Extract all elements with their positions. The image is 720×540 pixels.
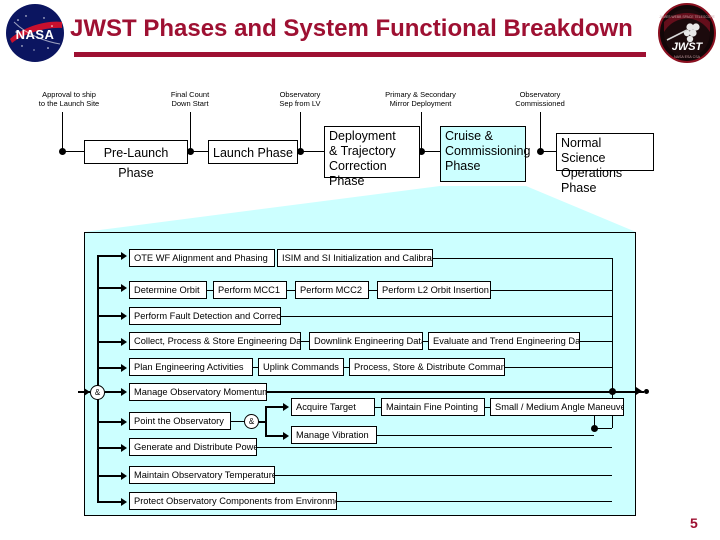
output-arrow xyxy=(636,387,642,395)
output-dot xyxy=(644,389,649,394)
function-box-process-store-distribute-commands[interactable]: Process, Store & Distribute Commands xyxy=(349,358,505,376)
row-4-return-line xyxy=(580,341,612,342)
function-box-determine-orbit[interactable]: Determine Orbit xyxy=(129,281,207,299)
function-box-collect-store-engineering-data[interactable]: Collect, Process & Store Engineering Dat… xyxy=(129,332,301,350)
row-7-branch-arrow xyxy=(121,418,127,426)
left-spine xyxy=(97,256,99,502)
row-2-link-b xyxy=(287,290,295,291)
function-box-perform-mcc2[interactable]: Perform MCC2 xyxy=(295,281,369,299)
phase-connector-3 xyxy=(421,151,441,152)
slide-canvas: NASA JWST NASA ESA CSA JAMES WEBB SPACE … xyxy=(0,0,720,540)
milestone-leader-2 xyxy=(190,112,191,150)
and-junction-main: & xyxy=(90,385,105,400)
milestone-label-3: Observatory Sep from LV xyxy=(279,90,321,108)
function-box-uplink-commands[interactable]: Uplink Commands xyxy=(258,358,344,376)
row-7-sub-input-line xyxy=(231,421,244,422)
phase-box-cruise-commissioning[interactable]: Cruise & Commissioning Phase xyxy=(440,126,530,182)
row-7a-branch-arrow xyxy=(283,403,289,411)
function-box-plan-engineering-activities[interactable]: Plan Engineering Activities xyxy=(129,358,253,376)
row-2-branch-arrow xyxy=(121,284,127,292)
row-4-branch-line xyxy=(97,341,123,343)
row-7a-branch-line xyxy=(265,406,285,408)
row-5-return-line xyxy=(505,367,612,368)
row-5-branch-line xyxy=(97,367,123,369)
row-10-branch-arrow xyxy=(121,498,127,506)
row-3-return-line xyxy=(281,316,612,317)
row-4-branch-arrow xyxy=(121,338,127,346)
function-box-point-the-observatory[interactable]: Point the Observatory xyxy=(129,412,231,430)
row-4-link-a xyxy=(301,341,309,342)
row-1-return-line xyxy=(433,258,612,259)
phase-connector-2 xyxy=(300,151,324,152)
row-10-return-line xyxy=(337,501,612,502)
pointing-sub-connector xyxy=(259,421,267,423)
row-7-branch-line xyxy=(97,421,123,423)
function-box-ote-wf-alignment[interactable]: OTE WF Alignment and Phasing xyxy=(129,249,275,267)
milestone-leader-5 xyxy=(540,112,541,150)
phase-box-launch[interactable]: Launch Phase xyxy=(208,140,298,164)
milestone-label-4: Primary & Secondary Mirror Deployment xyxy=(385,90,456,108)
function-box-perform-mcc1[interactable]: Perform MCC1 xyxy=(213,281,287,299)
row-7b-branch-line xyxy=(265,435,285,437)
milestone-label-2: Final Count Down Start xyxy=(170,90,210,108)
phase-connector-1 xyxy=(190,151,208,152)
milestone-leader-3 xyxy=(300,112,301,150)
row-2-branch-line xyxy=(97,287,123,289)
row-6-return-line xyxy=(267,391,612,393)
phase-connector-0 xyxy=(62,151,84,152)
function-box-evaluate-trend-engineering-data[interactable]: Evaluate and Trend Engineering Data xyxy=(428,332,580,350)
milestone-leader-4 xyxy=(421,112,422,150)
function-box-downlink-engineering-data[interactable]: Downlink Engineering Data xyxy=(309,332,423,350)
function-box-maintain-fine-pointing[interactable]: Maintain Fine Pointing xyxy=(381,398,485,416)
function-box-manage-vibration[interactable]: Manage Vibration xyxy=(291,426,377,444)
row-9-branch-line xyxy=(97,475,123,477)
row-2-link-c xyxy=(369,290,377,291)
row-9-return-line xyxy=(275,475,612,476)
row-3-branch-arrow xyxy=(121,312,127,320)
row-3-branch-line xyxy=(97,315,123,317)
function-box-manage-observatory-momentum[interactable]: Manage Observatory Momentum xyxy=(129,383,267,401)
milestone-leader-1 xyxy=(62,112,63,150)
row-10-branch-line xyxy=(97,501,123,503)
and-junction-input-arrow xyxy=(84,388,90,396)
phase-box-normal-science[interactable]: Normal Science Operations Phase xyxy=(556,133,654,195)
row-1-branch-arrow xyxy=(121,252,127,260)
milestone-label-5: Observatory Commissioned xyxy=(515,90,565,108)
function-box-generate-distribute-power[interactable]: Generate and Distribute Power xyxy=(129,438,257,456)
row-8-branch-line xyxy=(97,447,123,449)
function-box-acquire-target[interactable]: Acquire Target xyxy=(291,398,375,416)
phase-connector-4 xyxy=(540,151,556,152)
phase-box-pre-launch[interactable]: Pre-Launch Phase xyxy=(84,140,188,180)
function-box-protect-observatory-components[interactable]: Protect Observatory Components from Envi… xyxy=(129,492,337,510)
and-junction-pointing: & xyxy=(244,414,259,429)
row-8-return-line xyxy=(257,447,612,448)
function-box-isim-si-init[interactable]: ISIM and SI Initialization and Calibrati… xyxy=(277,249,433,267)
row-6-branch-arrow xyxy=(121,388,127,396)
row-1-branch-line xyxy=(97,255,123,257)
milestone-label-1: Approval to ship to the Launch Site xyxy=(38,90,100,108)
phase-box-deployment-trajectory[interactable]: Deployment & Trajectory Correction Phase xyxy=(324,126,420,188)
function-box-small-medium-angle-maneuver[interactable]: Small / Medium Angle Maneuver xyxy=(490,398,624,416)
row-9-branch-arrow xyxy=(121,472,127,480)
row-8-branch-arrow xyxy=(121,444,127,452)
row-2-return-line xyxy=(491,290,612,291)
row-7b-return-line xyxy=(377,435,594,436)
pointing-merge-line xyxy=(594,428,612,429)
function-box-l2-orbit-insertion[interactable]: Perform L2 Orbit Insertion xyxy=(377,281,491,299)
function-box-maintain-observatory-temperatures[interactable]: Maintain Observatory Temperatures xyxy=(129,466,275,484)
row-5-branch-arrow xyxy=(121,364,127,372)
row-7b-branch-arrow xyxy=(283,432,289,440)
function-box-fault-detection[interactable]: Perform Fault Detection and Correction xyxy=(129,307,281,325)
